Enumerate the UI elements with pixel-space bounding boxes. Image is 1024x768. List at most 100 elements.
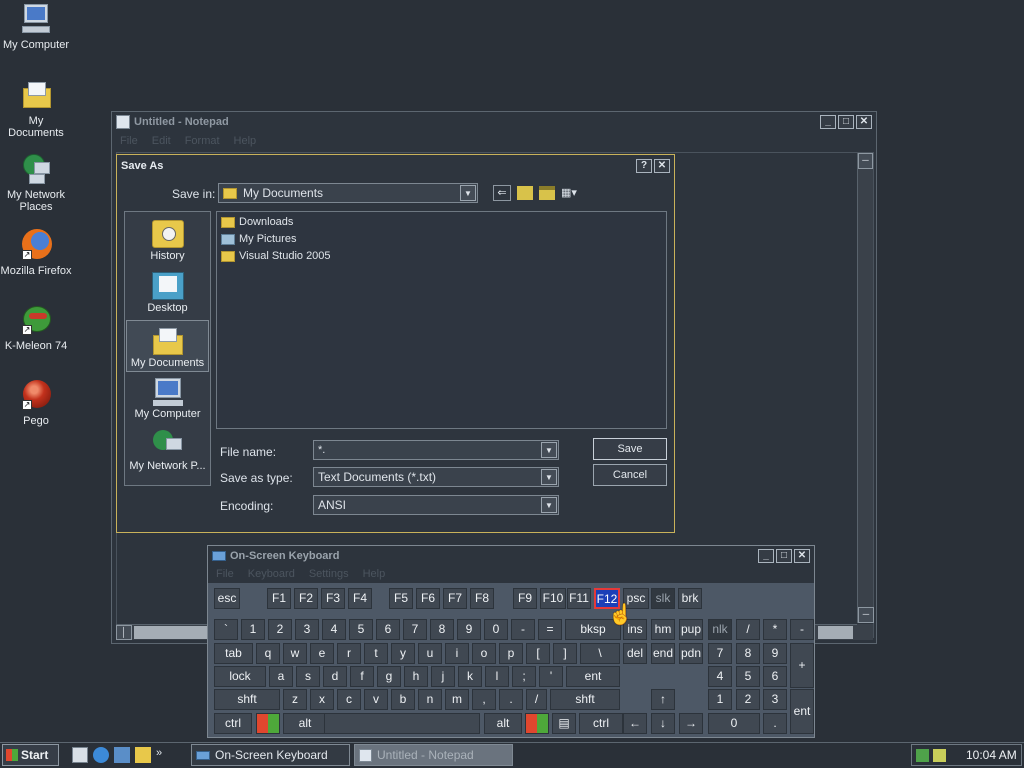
new-folder-icon[interactable]: [539, 186, 555, 200]
key-b[interactable]: b: [391, 689, 415, 710]
save-in-combo[interactable]: My Documents ▼: [218, 183, 478, 203]
key-ent[interactable]: ent: [566, 666, 620, 687]
key-sym[interactable]: →: [679, 713, 703, 734]
chevron-down-icon[interactable]: ▼: [460, 185, 476, 201]
vertical-scrollbar[interactable]: ─ ─: [857, 153, 874, 623]
key-j[interactable]: j: [431, 666, 455, 687]
key-1[interactable]: 1: [241, 619, 265, 640]
key-2[interactable]: 2: [736, 689, 760, 710]
key-q[interactable]: q: [256, 643, 280, 664]
key-sym[interactable]: ]: [553, 643, 577, 664]
key-sym[interactable]: /: [736, 619, 760, 640]
taskbar-item-notepad[interactable]: Untitled - Notepad: [354, 744, 513, 766]
close-button[interactable]: ✕: [654, 159, 670, 173]
save-type-select[interactable]: Text Documents (*.txt) ▼: [313, 467, 559, 487]
key-esc[interactable]: esc: [214, 588, 240, 609]
back-icon[interactable]: ⇐: [493, 185, 511, 201]
menu-file[interactable]: File: [216, 568, 234, 580]
file-name-field[interactable]: *. ▼: [313, 440, 559, 460]
key-F10[interactable]: F10: [540, 588, 566, 609]
key-a[interactable]: a: [269, 666, 293, 687]
key-z[interactable]: z: [283, 689, 307, 710]
key-s[interactable]: s: [296, 666, 320, 687]
key-f[interactable]: f: [350, 666, 374, 687]
places-desktop[interactable]: Desktop: [126, 266, 209, 318]
places-network[interactable]: My Network P...: [126, 424, 209, 476]
key-3[interactable]: 3: [295, 619, 319, 640]
menu-settings[interactable]: Settings: [309, 568, 349, 580]
menu-edit[interactable]: Edit: [152, 135, 171, 147]
key-sym[interactable]: -: [511, 619, 535, 640]
key-slk[interactable]: slk: [651, 588, 675, 609]
key-tab[interactable]: tab: [214, 643, 253, 664]
key-lock[interactable]: lock: [214, 666, 266, 687]
desktop-icon-pego[interactable]: ↗ Pego: [0, 378, 72, 427]
minimize-button[interactable]: _: [820, 115, 836, 129]
key-3[interactable]: 3: [763, 689, 787, 710]
maximize-button[interactable]: □: [838, 115, 854, 129]
list-item[interactable]: My Pictures: [221, 233, 296, 245]
key-4[interactable]: 4: [322, 619, 346, 640]
key-n[interactable]: n: [418, 689, 442, 710]
key-sym[interactable]: `: [214, 619, 238, 640]
key-F6[interactable]: F6: [416, 588, 440, 609]
key-v[interactable]: v: [364, 689, 388, 710]
desktop-icon-my-documents[interactable]: My Documents: [0, 78, 72, 139]
key-sym[interactable]: *: [763, 619, 787, 640]
key-e[interactable]: e: [310, 643, 334, 664]
key-h[interactable]: h: [404, 666, 428, 687]
key-sym[interactable]: -: [790, 619, 814, 640]
key-F3[interactable]: F3: [321, 588, 345, 609]
key-y[interactable]: y: [391, 643, 415, 664]
key-space[interactable]: [324, 713, 480, 734]
key-sym[interactable]: \: [580, 643, 620, 664]
taskbar-item-osk[interactable]: On-Screen Keyboard: [191, 744, 350, 766]
key-del[interactable]: del: [623, 643, 647, 664]
clock[interactable]: 10:04 AM: [966, 748, 1017, 762]
save-button[interactable]: Save: [593, 438, 667, 460]
minimize-button[interactable]: _: [758, 548, 774, 563]
key-x[interactable]: x: [310, 689, 334, 710]
key-5[interactable]: 5: [736, 666, 760, 687]
chevron-down-icon[interactable]: ▼: [541, 469, 557, 485]
menu-help[interactable]: Help: [363, 568, 386, 580]
key-hm[interactable]: hm: [651, 619, 675, 640]
key-alt[interactable]: alt: [283, 713, 327, 734]
key-sym[interactable]: +: [790, 643, 814, 688]
key-6[interactable]: 6: [763, 666, 787, 687]
key-sym[interactable]: ': [539, 666, 563, 687]
menu-file[interactable]: File: [120, 135, 138, 147]
more-chevron-icon[interactable]: »: [156, 747, 164, 763]
key-alt[interactable]: alt: [484, 713, 522, 734]
desktop-icon-my-computer[interactable]: My Computer: [0, 2, 72, 51]
key-r[interactable]: r: [337, 643, 361, 664]
key-ctrl[interactable]: ctrl: [579, 713, 623, 734]
key-sym[interactable]: .: [499, 689, 523, 710]
key-d[interactable]: d: [323, 666, 347, 687]
start-button[interactable]: Start: [2, 744, 59, 766]
close-button[interactable]: ✕: [794, 548, 810, 563]
key-F7[interactable]: F7: [443, 588, 467, 609]
desktop-icon-network-places[interactable]: My Network Places: [0, 152, 72, 213]
help-button[interactable]: ?: [636, 159, 652, 173]
key-2[interactable]: 2: [268, 619, 292, 640]
key-nlk[interactable]: nlk: [708, 619, 732, 640]
key-sym[interactable]: ←: [623, 713, 647, 734]
key-m[interactable]: m: [445, 689, 469, 710]
key-sym[interactable]: ;: [512, 666, 536, 687]
menu-keyboard[interactable]: Keyboard: [248, 568, 295, 580]
chevron-down-icon[interactable]: ▼: [541, 497, 557, 513]
maximize-button[interactable]: □: [776, 548, 792, 563]
key-sym[interactable]: ,: [472, 689, 496, 710]
key-F5[interactable]: F5: [389, 588, 413, 609]
key-sym[interactable]: .: [763, 713, 787, 734]
key-end[interactable]: end: [651, 643, 675, 664]
key-0[interactable]: 0: [484, 619, 508, 640]
key-i[interactable]: i: [445, 643, 469, 664]
key-sym[interactable]: ↑: [651, 689, 675, 710]
key-9[interactable]: 9: [457, 619, 481, 640]
view-menu-icon[interactable]: ▦▾: [561, 186, 583, 200]
list-item[interactable]: Downloads: [221, 216, 293, 228]
key-sym[interactable]: [: [526, 643, 550, 664]
key-pup[interactable]: pup: [679, 619, 703, 640]
